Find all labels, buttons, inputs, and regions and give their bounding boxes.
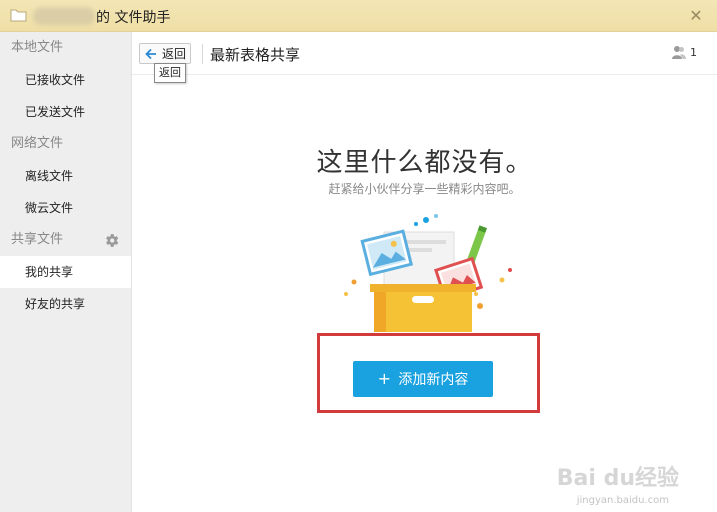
sidebar-item-sent[interactable]: 已发送文件 <box>0 96 131 128</box>
title-bar: 的 文件助手 ✕ <box>0 0 717 32</box>
back-button-label: 返回 <box>162 47 187 61</box>
main-panel: 返回 返回 最新表格共享 1 这里什么都没有。 赶紧给小伙伴分享一些精彩内容吧。 <box>132 32 717 512</box>
window-title: 的 文件助手 <box>96 10 171 26</box>
arrow-left-icon <box>145 48 156 60</box>
add-content-button[interactable]: + 添加新内容 <box>353 361 493 397</box>
sidebar-item-friends-share[interactable]: 好友的共享 <box>0 288 131 320</box>
sidebar-section-shared: 共享文件 <box>0 224 131 256</box>
folder-icon <box>10 9 27 22</box>
member-count: 1 <box>690 46 697 59</box>
sidebar-item-offline[interactable]: 离线文件 <box>0 160 131 192</box>
add-content-label: 添加新内容 <box>398 372 469 388</box>
watermark-logo: Bai du经验 <box>556 466 679 491</box>
watermark-url: jingyan.baidu.com <box>576 495 669 506</box>
toolbar-divider <box>202 44 203 64</box>
blurred-username <box>33 7 95 25</box>
sidebar-item-weiyun[interactable]: 微云文件 <box>0 192 131 224</box>
sidebar-section-network: 网络文件 <box>11 136 64 151</box>
sidebar-section-shared-label: 共享文件 <box>11 232 64 247</box>
sidebar-item-received[interactable]: 已接收文件 <box>0 64 131 96</box>
close-icon[interactable]: ✕ <box>687 7 705 25</box>
plus-icon: + <box>377 369 391 388</box>
gear-icon[interactable] <box>103 232 120 249</box>
page-title: 最新表格共享 <box>210 46 301 64</box>
members-icon[interactable] <box>672 45 686 60</box>
empty-state-title: 这里什么都没有。 <box>316 148 533 178</box>
empty-state-subtitle: 赶紧给小伙伴分享一些精彩内容吧。 <box>328 182 521 196</box>
toolbar: 返回 返回 最新表格共享 1 <box>132 32 717 83</box>
sidebar: 本地文件 已接收文件 已发送文件 网络文件 离线文件 微云文件 共享文件 我的共… <box>0 32 132 512</box>
empty-box-illustration <box>344 214 512 332</box>
back-tooltip: 返回 <box>154 63 186 83</box>
sidebar-section-local: 本地文件 <box>11 40 64 55</box>
back-button[interactable]: 返回 <box>139 43 191 64</box>
sidebar-item-my-share[interactable]: 我的共享 <box>0 256 131 288</box>
